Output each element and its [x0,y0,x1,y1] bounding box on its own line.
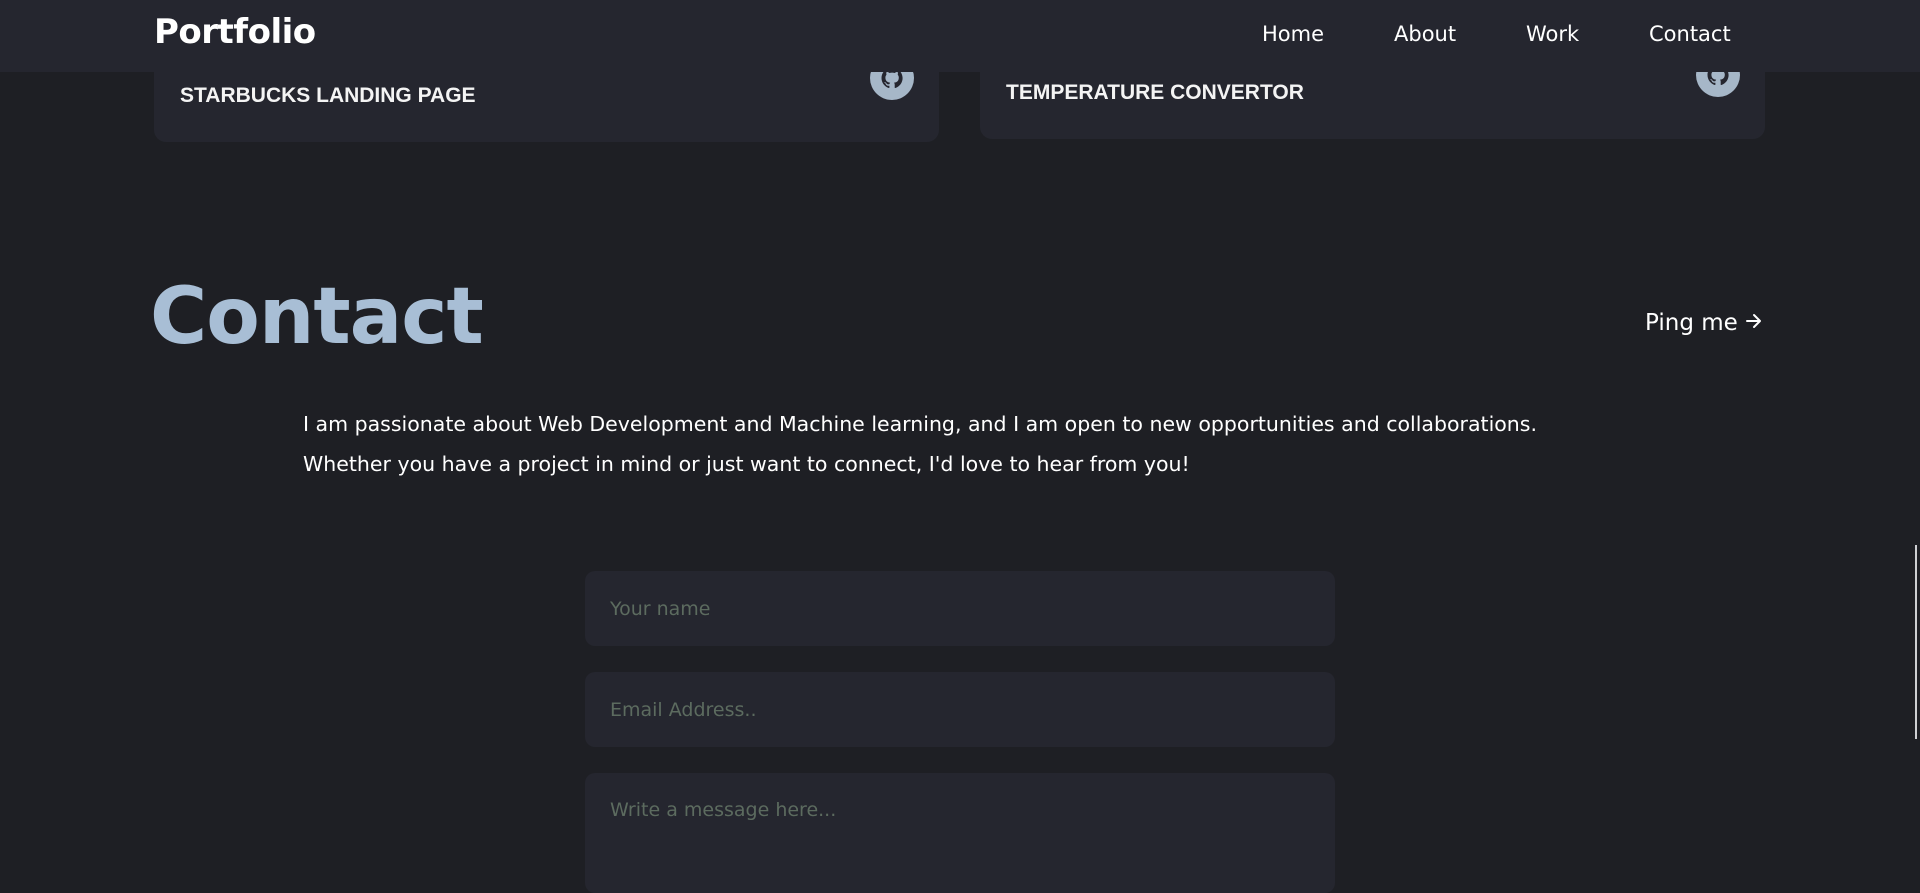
section-title: Contact [150,272,484,362]
nav-link-work[interactable]: Work [1526,22,1579,46]
email-input[interactable] [585,672,1335,747]
project-title: TEMPERATURE CONVERTOR [1006,81,1304,104]
ping-me-label: Ping me [1645,310,1738,336]
ping-me-link[interactable]: Ping me [1645,310,1764,337]
arrow-right-icon [1744,311,1764,337]
nav-link-contact[interactable]: Contact [1649,22,1731,46]
project-title: STARBUCKS LANDING PAGE [180,84,476,107]
navbar: Portfolio Home About Work Contact [0,0,1920,72]
name-input[interactable] [585,571,1335,646]
nav-link-about[interactable]: About [1394,22,1456,46]
nav-links: Home About Work Contact [0,22,1920,50]
nav-link-home[interactable]: Home [1262,22,1324,46]
message-textarea[interactable] [585,773,1335,893]
contact-intro: I am passionate about Web Development an… [303,412,1537,476]
scrollbar-thumb[interactable] [1915,545,1917,739]
